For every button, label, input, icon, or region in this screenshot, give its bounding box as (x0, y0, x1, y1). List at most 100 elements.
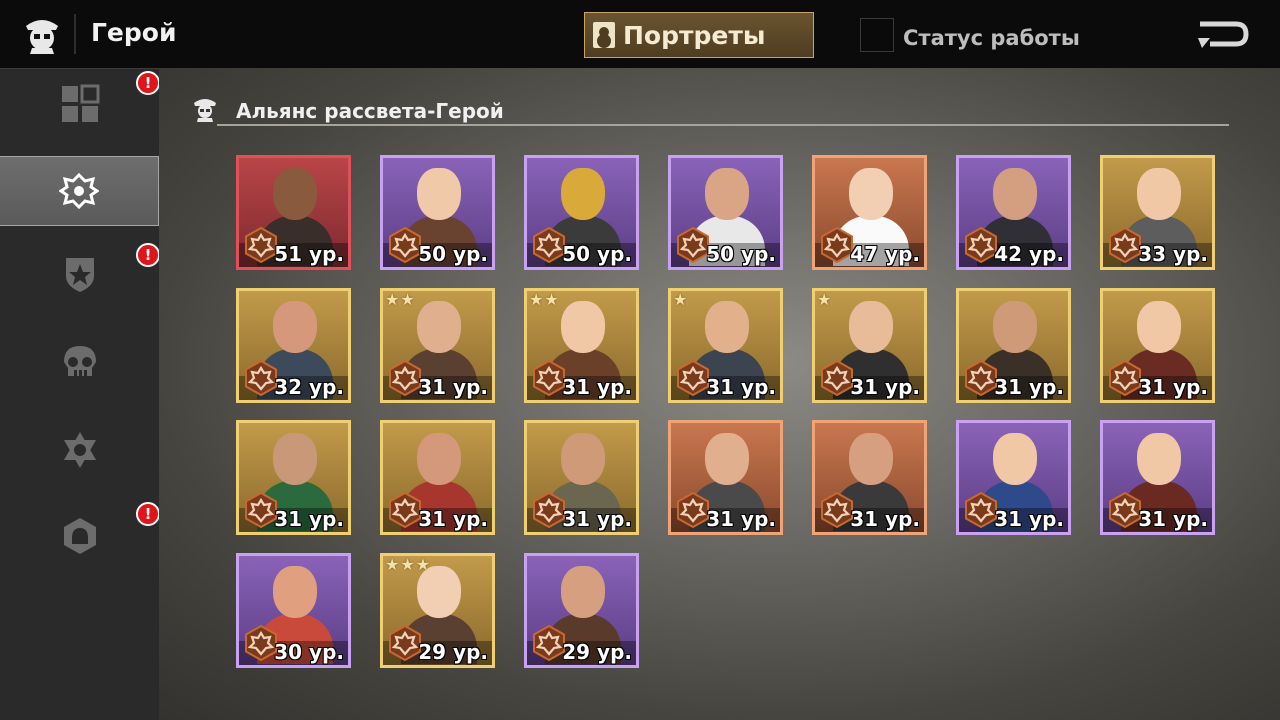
sidebar-item-skull[interactable] (0, 327, 159, 397)
hero-card[interactable]: 42 ур. (956, 155, 1071, 270)
hero-level: 31 ур. (994, 375, 1064, 399)
hero-card[interactable]: 31 ур. (956, 420, 1071, 535)
hero-card[interactable]: 31 ур. ★ (668, 288, 783, 403)
hero-card[interactable]: 31 ур. (380, 420, 495, 535)
hero-stars: ★★★ (385, 555, 432, 574)
hero-card[interactable]: 50 ур. (380, 155, 495, 270)
hero-card[interactable]: 47 ур. (812, 155, 927, 270)
section-divider (217, 124, 1229, 126)
hero-level: 32 ур. (274, 375, 344, 399)
portrait-icon (593, 22, 615, 48)
hero-card[interactable]: 31 ур. ★★ (524, 288, 639, 403)
hero-level: 42 ур. (994, 242, 1064, 266)
hero-face (849, 433, 893, 485)
hero-level: 50 ур. (562, 242, 632, 266)
hero-card[interactable]: 31 ур. (812, 420, 927, 535)
hero-card[interactable]: 31 ур. (524, 420, 639, 535)
skull-icon (63, 346, 96, 376)
hero-card[interactable]: 50 ур. (668, 155, 783, 270)
hero-face (273, 433, 317, 485)
hero-card[interactable]: 50 ур. (524, 155, 639, 270)
section-skull-icon (194, 99, 216, 122)
hero-level: 31 ур. (562, 507, 632, 531)
work-status-checkbox[interactable] (860, 18, 894, 52)
hero-face (1137, 168, 1181, 220)
hero-level: 29 ур. (562, 640, 632, 664)
hero-level: 31 ур. (1138, 507, 1208, 531)
hero-card[interactable]: 31 ур. ★ (812, 288, 927, 403)
hero-face (1137, 433, 1181, 485)
hero-face (849, 168, 893, 220)
hero-stars: ★★ (529, 290, 560, 309)
hero-level: 31 ур. (418, 507, 488, 531)
hero-level: 33 ур. (1138, 242, 1208, 266)
hero-level: 31 ур. (850, 507, 920, 531)
hero-level: 31 ур. (562, 375, 632, 399)
back-icon[interactable] (1196, 18, 1250, 50)
top-bar: Герой Портреты Статус работы (0, 0, 1280, 68)
work-status-label: Статус работы (903, 26, 1080, 50)
hero-face (273, 566, 317, 618)
hero-face (1137, 301, 1181, 353)
hero-level: 50 ур. (706, 242, 776, 266)
category-sidebar: ! ! ! (0, 68, 160, 720)
hero-face (417, 168, 461, 220)
hero-collection-panel: Альянс рассвета-Герой 51 ур. 50 ур. 50 ур.… (159, 68, 1280, 720)
notification-badge: ! (136, 243, 160, 267)
hero-card[interactable]: 33 ур. (1100, 155, 1215, 270)
sidebar-item-overview[interactable] (0, 69, 159, 139)
hero-card[interactable]: 30 ур. (236, 553, 351, 668)
hero-card[interactable]: 31 ур. ★★ (380, 288, 495, 403)
sidebar-item-alliance[interactable] (0, 156, 159, 226)
portraits-label: Портреты (623, 20, 766, 50)
hero-level: 29 ур. (418, 640, 488, 664)
hero-face (993, 168, 1037, 220)
hero-level: 31 ур. (706, 375, 776, 399)
hero-card[interactable]: 29 ур. ★★★ (380, 553, 495, 668)
hero-face (705, 168, 749, 220)
hero-face (705, 433, 749, 485)
hero-face (417, 433, 461, 485)
sidebar-item-star-shield[interactable] (0, 239, 159, 309)
hero-card[interactable]: 29 ур. (524, 553, 639, 668)
hero-level: 31 ур. (994, 507, 1064, 531)
hero-face (561, 566, 605, 618)
hero-stars: ★★ (385, 290, 416, 309)
hero-skull-icon (26, 20, 58, 54)
hero-face (273, 168, 317, 220)
section-title: Альянс рассвета-Герой (236, 99, 504, 123)
hero-stars: ★ (673, 290, 689, 309)
grid-icon (61, 84, 99, 122)
hero-card[interactable]: 32 ур. (236, 288, 351, 403)
hero-face (273, 301, 317, 353)
helmet-hex-icon (63, 518, 96, 554)
page-title: Герой (91, 18, 177, 47)
header-divider (74, 14, 76, 54)
star-shield-icon (65, 258, 94, 292)
hero-face (561, 168, 605, 220)
hero-level: 31 ур. (418, 375, 488, 399)
hero-level: 31 ур. (706, 507, 776, 531)
hexagram-icon (63, 432, 96, 468)
hero-level: 31 ур. (1138, 375, 1208, 399)
hero-face (993, 301, 1037, 353)
hero-level: 51 ур. (274, 242, 344, 266)
hero-level: 50 ур. (418, 242, 488, 266)
hero-level: 31 ур. (850, 375, 920, 399)
notification-badge: ! (136, 71, 160, 95)
hero-stars: ★ (817, 290, 833, 309)
hero-card[interactable]: 51 ур. (236, 155, 351, 270)
hero-card[interactable]: 31 ур. (236, 420, 351, 535)
hero-card[interactable]: 31 ур. (1100, 420, 1215, 535)
hero-card[interactable]: 31 ур. (668, 420, 783, 535)
hero-card[interactable]: 31 ур. (956, 288, 1071, 403)
hero-face (561, 301, 605, 353)
portraits-tab-button[interactable]: Портреты (584, 12, 814, 58)
hero-card[interactable]: 31 ур. (1100, 288, 1215, 403)
notification-badge: ! (136, 502, 160, 526)
hero-face (705, 301, 749, 353)
alliance-emblem-icon (59, 172, 99, 210)
hero-face (849, 301, 893, 353)
sidebar-item-hexagram[interactable] (0, 415, 159, 485)
hero-face (993, 433, 1037, 485)
